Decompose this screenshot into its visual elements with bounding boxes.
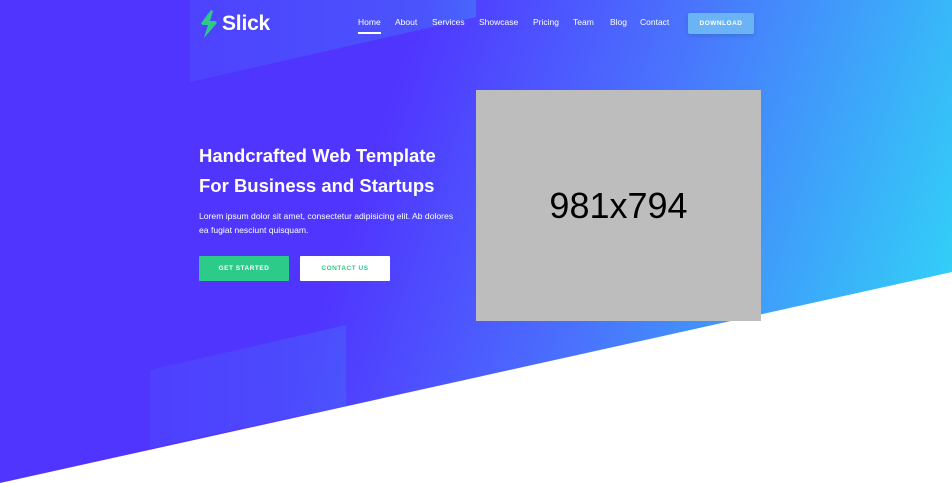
lightning-s-icon — [201, 10, 217, 38]
nav-item-services[interactable]: Services — [432, 17, 465, 27]
logo-link[interactable]: Slick — [199, 9, 270, 39]
download-button[interactable]: DOWNLOAD — [688, 13, 754, 34]
nav-item-team[interactable]: Team — [573, 17, 594, 27]
nav-item-home[interactable]: Home — [358, 17, 381, 34]
placeholder-dimensions: 981x794 — [549, 184, 688, 226]
nav-item-showcase[interactable]: Showcase — [479, 17, 518, 27]
nav-item-about[interactable]: About — [395, 17, 417, 27]
hero-title: Handcrafted Web Template For Business an… — [199, 141, 489, 201]
nav-item-pricing[interactable]: Pricing — [533, 17, 559, 27]
contact-us-button[interactable]: CONTACT US — [300, 256, 390, 281]
nav-item-contact[interactable]: Contact — [640, 17, 669, 27]
get-started-button[interactable]: GET STARTED — [199, 256, 289, 281]
nav-item-blog[interactable]: Blog — [610, 17, 627, 27]
hero-title-line-2: For Business and Startups — [199, 175, 435, 196]
hero-description: Lorem ipsum dolor sit amet, consectetur … — [199, 211, 454, 235]
brand-name: Slick — [222, 12, 271, 35]
hero-image-placeholder: 981x794 — [476, 90, 761, 321]
hero-title-line-1: Handcrafted Web Template — [199, 145, 436, 166]
